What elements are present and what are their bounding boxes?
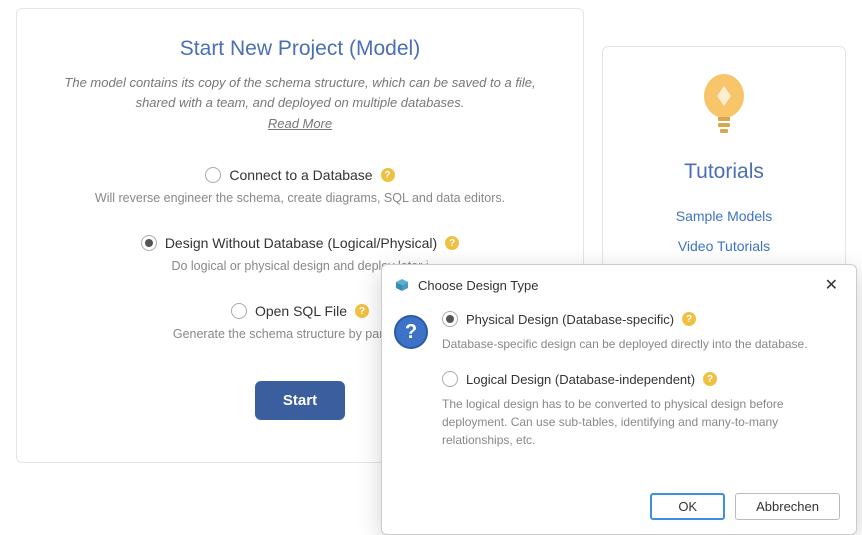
dialog-title: Choose Design Type: [418, 278, 538, 293]
help-icon[interactable]: ?: [355, 304, 369, 318]
close-icon[interactable]: ✕: [819, 273, 844, 297]
radio-icon[interactable]: [442, 311, 458, 327]
dialog-body: ? Physical Design (Database-specific) ? …: [382, 305, 856, 483]
option-logical-design[interactable]: Logical Design (Database-independent) ?: [442, 371, 836, 387]
option-design-without-database[interactable]: Design Without Database (Logical/Physica…: [57, 235, 543, 251]
cube-icon: [394, 277, 410, 293]
option-label: Open SQL File: [255, 303, 347, 319]
option-label: Design Without Database (Logical/Physica…: [165, 235, 437, 251]
option-label: Physical Design (Database-specific): [466, 312, 674, 327]
radio-icon[interactable]: [231, 303, 247, 319]
radio-icon[interactable]: [442, 371, 458, 387]
video-tutorials-link[interactable]: Video Tutorials: [613, 238, 835, 254]
option-description: Will reverse engineer the schema, create…: [57, 191, 543, 205]
sample-models-link[interactable]: Sample Models: [613, 208, 835, 224]
help-icon[interactable]: ?: [445, 236, 459, 250]
lightbulb-icon: [697, 71, 751, 144]
panel-description: The model contains its copy of the schem…: [57, 73, 543, 112]
question-icon: ?: [394, 315, 428, 349]
option-label: Logical Design (Database-independent): [466, 372, 695, 387]
help-icon[interactable]: ?: [703, 372, 717, 386]
help-icon[interactable]: ?: [682, 312, 696, 326]
dialog-header: Choose Design Type ✕: [382, 265, 856, 305]
cancel-button[interactable]: Abbrechen: [735, 493, 840, 520]
radio-icon[interactable]: [141, 235, 157, 251]
panel-title: Start New Project (Model): [57, 37, 543, 61]
option-label: Connect to a Database: [229, 167, 372, 183]
ok-button[interactable]: OK: [650, 493, 725, 520]
option-description: Database-specific design can be deployed…: [442, 335, 836, 353]
start-button[interactable]: Start: [255, 381, 345, 420]
tutorials-title: Tutorials: [613, 160, 835, 184]
option-connect-database[interactable]: Connect to a Database ?: [57, 167, 543, 183]
read-more-link[interactable]: Read More: [268, 116, 332, 131]
help-icon[interactable]: ?: [381, 168, 395, 182]
choose-design-type-dialog: Choose Design Type ✕ ? Physical Design (…: [381, 264, 857, 535]
option-description: The logical design has to be converted t…: [442, 395, 836, 449]
option-physical-design[interactable]: Physical Design (Database-specific) ?: [442, 311, 836, 327]
radio-icon[interactable]: [205, 167, 221, 183]
